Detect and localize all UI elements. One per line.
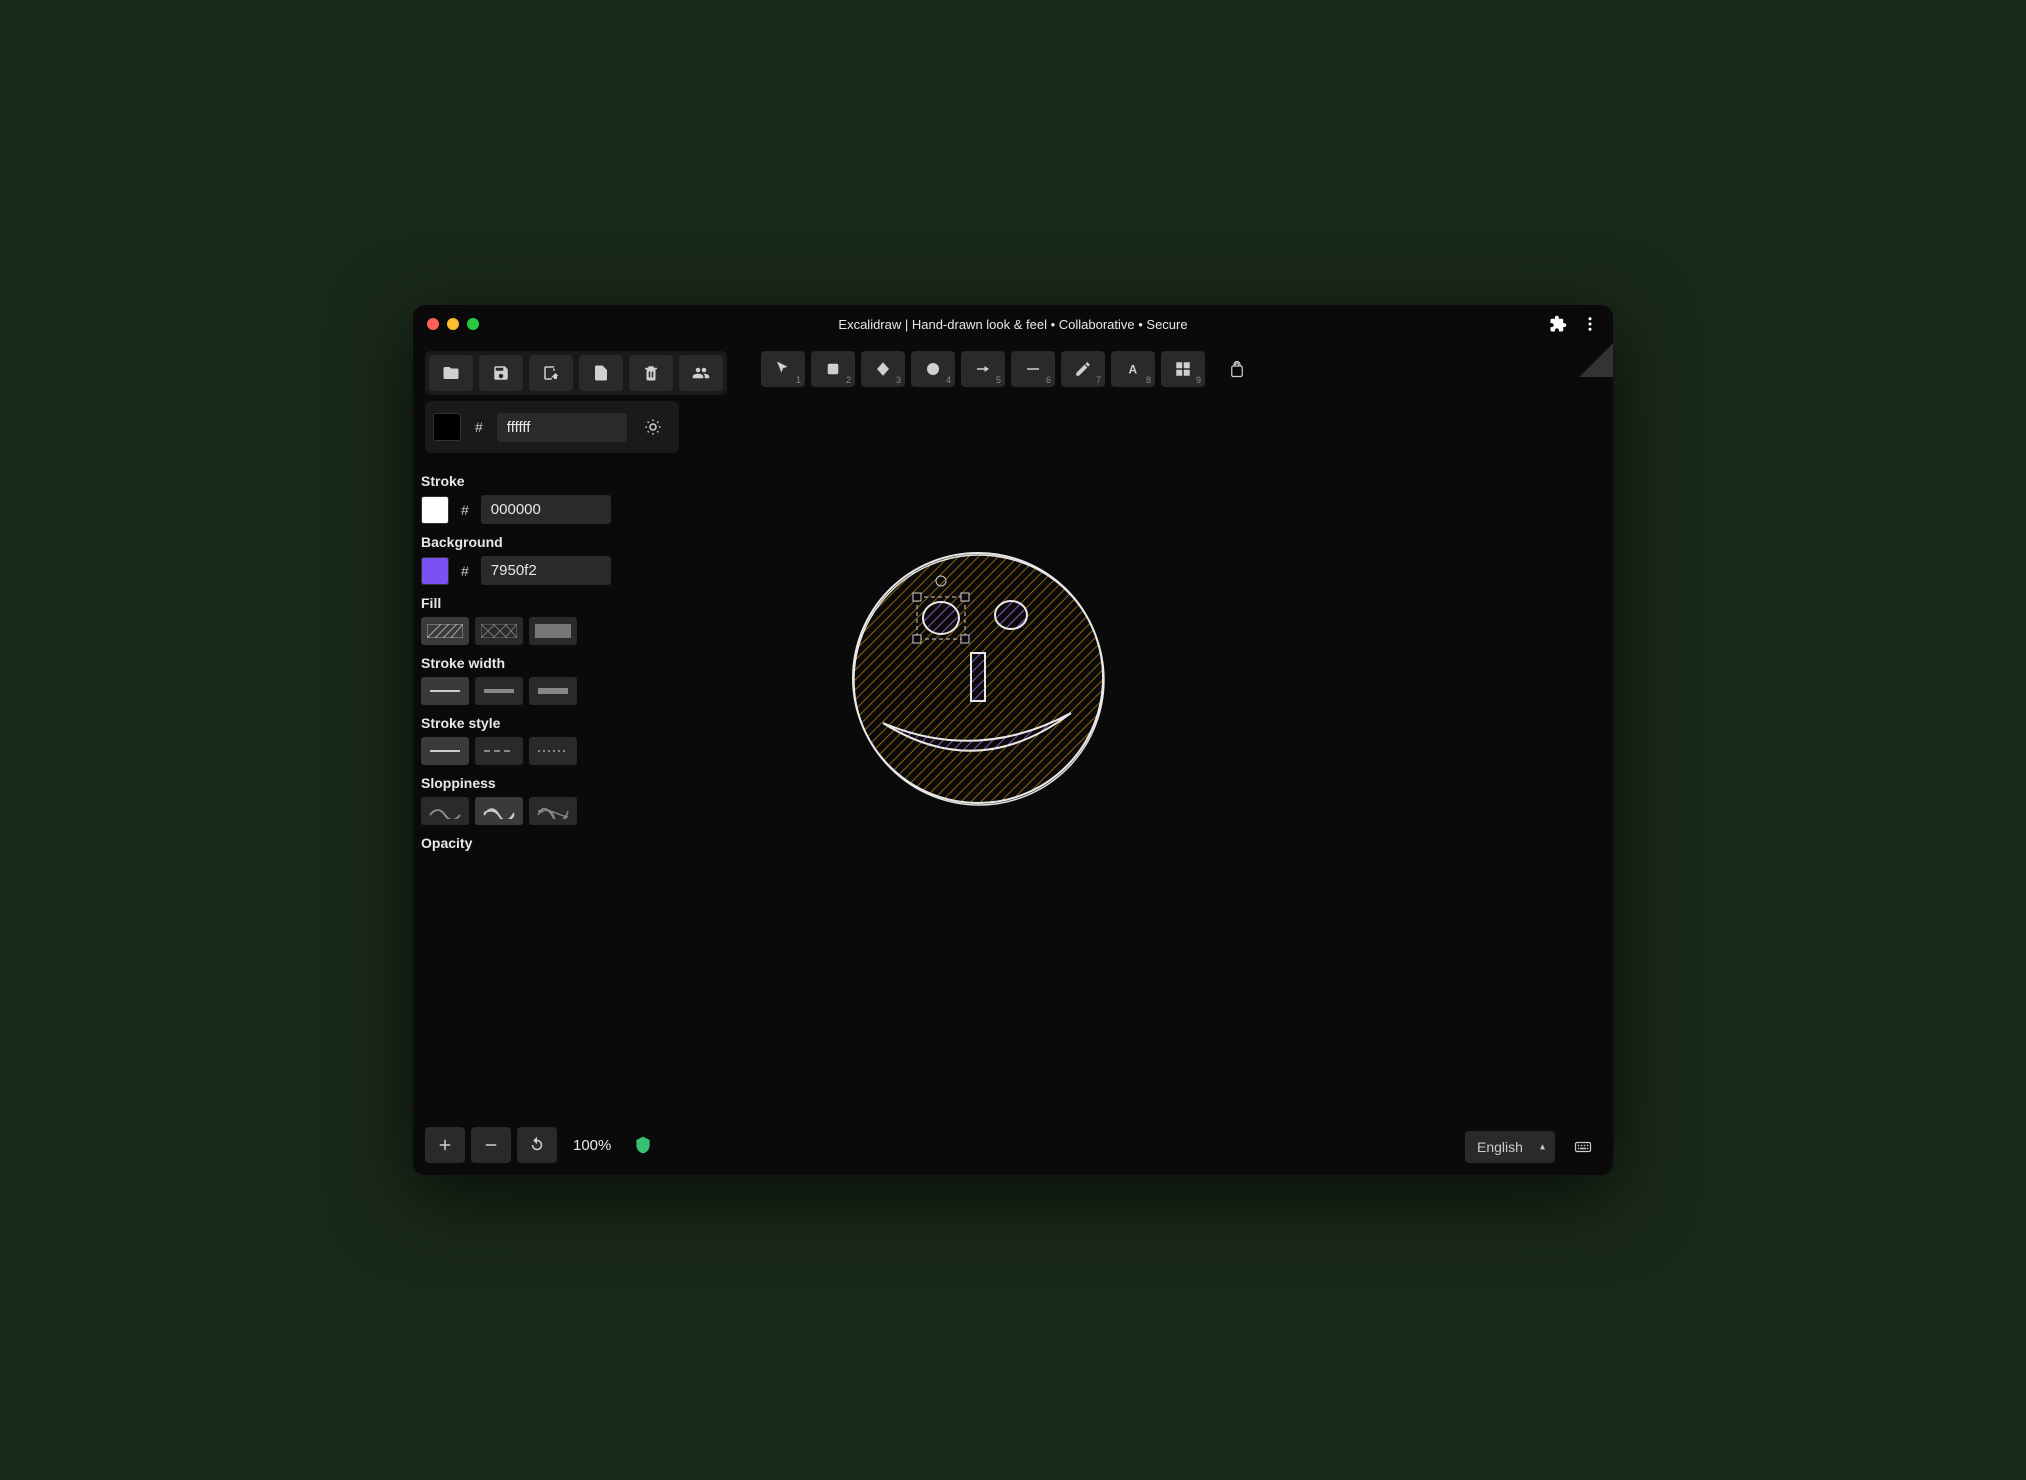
reset-zoom-icon xyxy=(528,1136,546,1154)
titlebar-right xyxy=(1549,315,1599,333)
menu-dots-icon[interactable] xyxy=(1581,315,1599,333)
drawing-canvas[interactable] xyxy=(413,343,1613,1175)
plus-icon xyxy=(436,1136,454,1154)
language-select-wrap: English xyxy=(1465,1131,1555,1163)
bottom-right-bar: English xyxy=(1465,1131,1601,1163)
encrypted-shield-icon[interactable] xyxy=(633,1135,653,1155)
minus-icon xyxy=(482,1136,500,1154)
app-window: Excalidraw | Hand-drawn look & feel • Co… xyxy=(413,305,1613,1175)
zoom-bar: 100% xyxy=(425,1127,653,1163)
language-select[interactable]: English xyxy=(1465,1131,1555,1163)
close-window-button[interactable] xyxy=(427,318,439,330)
zoom-reset-button[interactable] xyxy=(517,1127,557,1163)
zoom-level-label: 100% xyxy=(563,1137,621,1154)
window-title: Excalidraw | Hand-drawn look & feel • Co… xyxy=(838,317,1187,332)
keyboard-shortcuts-button[interactable] xyxy=(1565,1131,1601,1163)
minimize-window-button[interactable] xyxy=(447,318,459,330)
maximize-window-button[interactable] xyxy=(467,318,479,330)
titlebar: Excalidraw | Hand-drawn look & feel • Co… xyxy=(413,305,1613,343)
zoom-in-button[interactable] xyxy=(425,1127,465,1163)
smiley-drawing xyxy=(843,543,1113,813)
app-content: # 1 2 3 4 xyxy=(413,343,1613,1175)
extension-icon[interactable] xyxy=(1549,315,1567,333)
keyboard-icon xyxy=(1574,1138,1592,1156)
zoom-out-button[interactable] xyxy=(471,1127,511,1163)
traffic-lights xyxy=(427,318,479,330)
